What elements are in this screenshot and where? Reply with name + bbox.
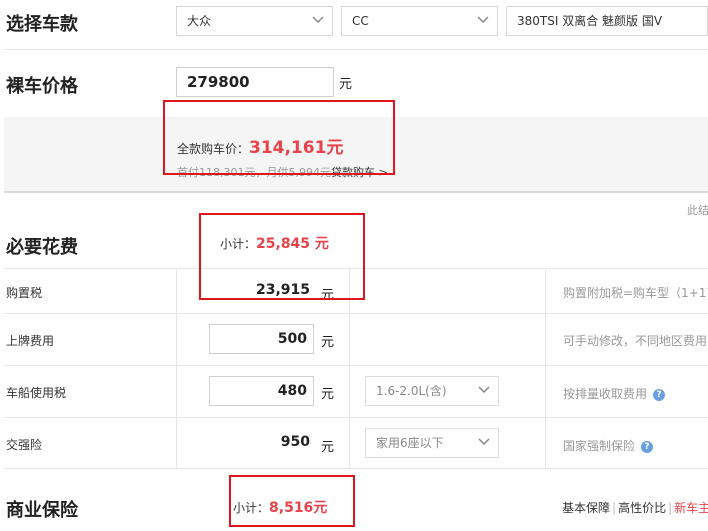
table-line [4, 468, 708, 469]
table-line [545, 268, 546, 468]
row-unit: 元 [321, 387, 335, 402]
bare-price-input[interactable]: 279800 [176, 67, 334, 97]
vehicle-tax-input[interactable]: 480 [209, 376, 314, 406]
chevron-down-icon [312, 16, 324, 24]
row-note: 可手动修改，不同地区费用 [563, 334, 708, 348]
registration-fee-input[interactable]: 500 [209, 324, 314, 354]
compulsory-insurance-select-value: 家用6座以下 [376, 436, 444, 450]
model-select[interactable]: 380TSI 双离合 魅颜版 国V [506, 6, 708, 36]
commercial-insurance-title: 商业保险 [6, 500, 78, 521]
table-line [4, 313, 708, 314]
brand-select-value: 大众 [187, 14, 212, 28]
link-separator: | [612, 501, 617, 515]
help-icon[interactable]: ? [641, 440, 654, 453]
series-select[interactable]: CC [341, 6, 498, 36]
plan-link-basic[interactable]: 基本保障 [562, 501, 610, 515]
brand-select[interactable]: 大众 [176, 6, 333, 36]
row-unit: 元 [321, 335, 335, 350]
table-line [4, 417, 708, 418]
insurance-plan-links: 基本保障 | 高性价比 | 新车主 [562, 499, 708, 516]
row-note: 按排量收取费用? [563, 385, 666, 402]
link-separator: | [668, 501, 673, 515]
help-icon[interactable]: ? [653, 388, 666, 401]
divider [4, 49, 708, 50]
row-value: 950 [280, 434, 310, 450]
chevron-down-icon [478, 438, 490, 446]
annotation-box-required [199, 213, 365, 300]
row-note: 国家强制保险? [563, 437, 654, 454]
bare-price-unit: 元 [339, 77, 353, 92]
row-label: 车船使用税 [6, 386, 67, 400]
chevron-down-icon [478, 386, 490, 394]
annotation-box-commercial [229, 475, 355, 527]
annotation-box-total [163, 100, 395, 175]
row-label: 交强险 [6, 438, 43, 452]
bare-price-title: 裸车价格 [6, 76, 78, 97]
row-note-text: 国家强制保险 [563, 439, 636, 453]
row-label: 上牌费用 [6, 334, 55, 348]
row-unit: 元 [321, 440, 335, 455]
chevron-down-icon [477, 16, 489, 24]
series-select-value: CC [352, 14, 369, 28]
divider [4, 191, 708, 193]
row-note: 购置附加税=购车型（1+17 [563, 286, 708, 300]
table-line [4, 365, 708, 366]
required-fees-title: 必要花费 [6, 237, 78, 258]
plan-link-new-owner[interactable]: 新车主 [674, 501, 708, 515]
displacement-select-value: 1.6-2.0L(含) [376, 384, 447, 398]
displacement-select[interactable]: 1.6-2.0L(含) [365, 376, 499, 406]
table-line [176, 268, 177, 468]
compulsory-insurance-select[interactable]: 家用6座以下 [365, 428, 499, 458]
car-cost-calculator: 选择车款 大众 CC 380TSI 双离合 魅颜版 国V 裸车价格 279800… [0, 0, 708, 531]
row-note-text: 按排量收取费用 [563, 387, 648, 401]
model-select-value: 380TSI 双离合 魅颜版 国V [517, 14, 663, 28]
plan-link-value[interactable]: 高性价比 [618, 501, 666, 515]
row-label: 购置税 [6, 286, 43, 300]
right-hint: 此结 [687, 204, 708, 217]
car-select-title: 选择车款 [6, 14, 78, 35]
